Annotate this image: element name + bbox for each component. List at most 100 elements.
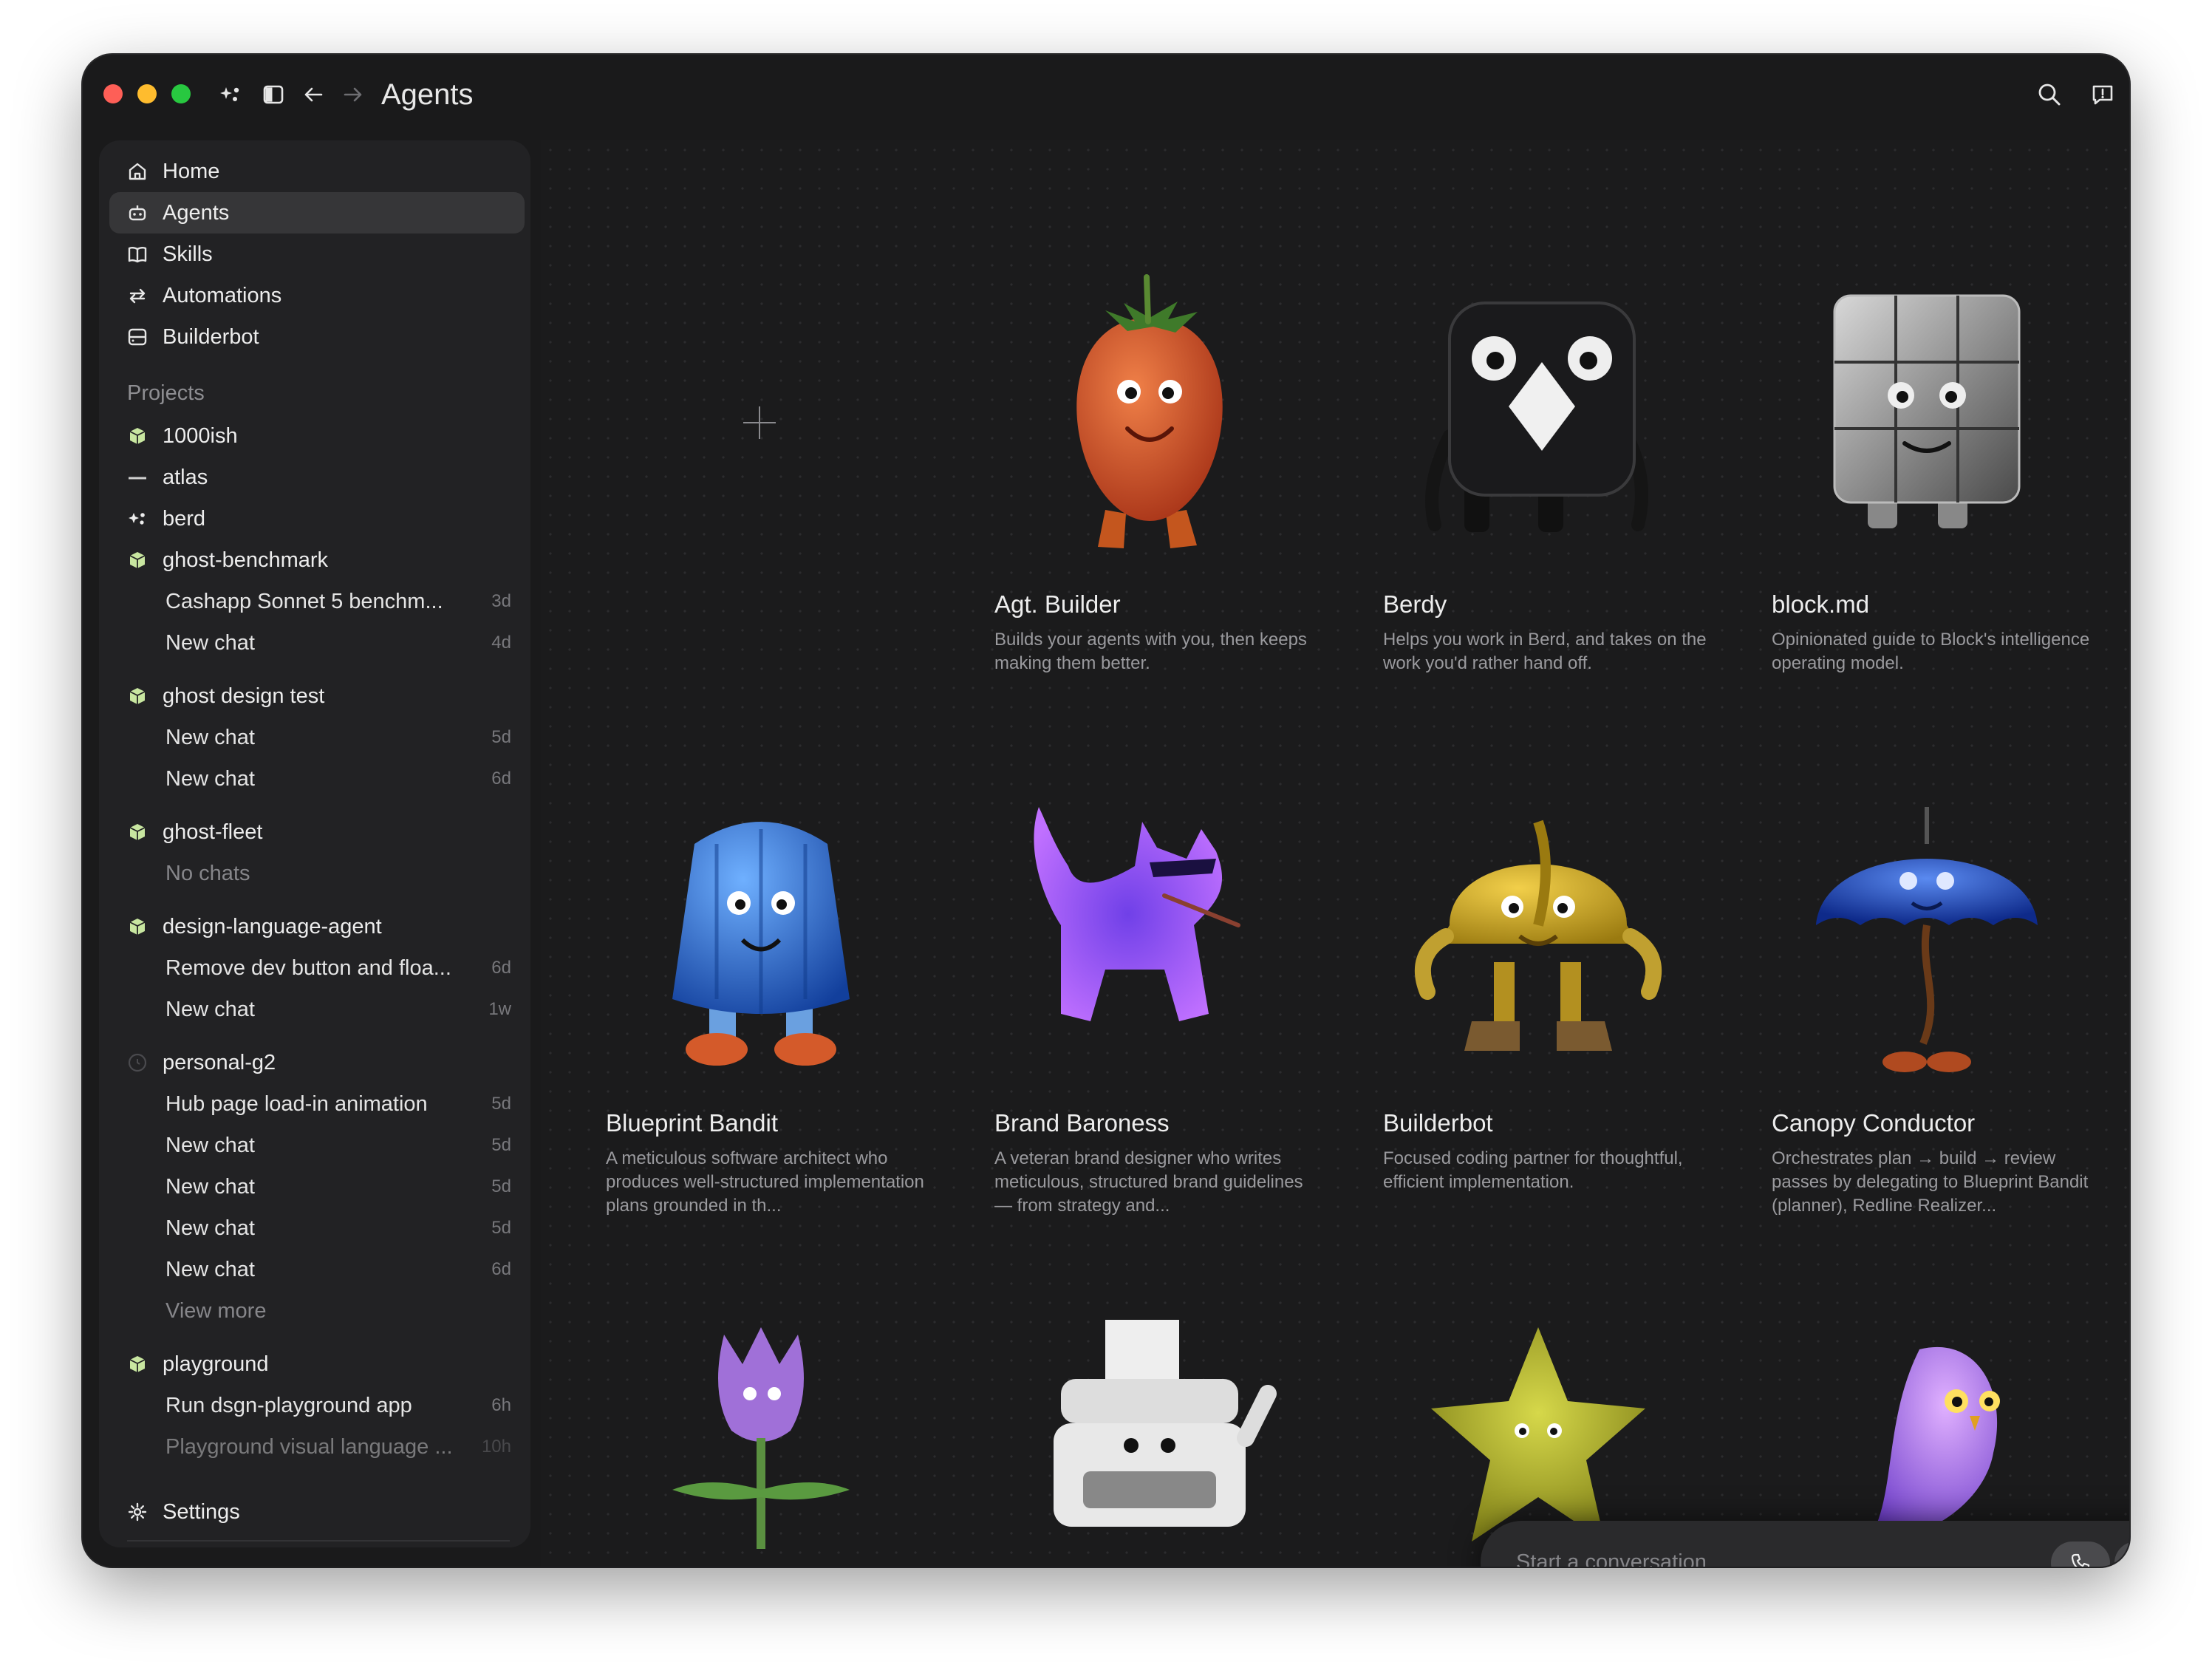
agent-description: Opinionated guide to Block's intelligenc… <box>1772 630 2090 673</box>
sidebar-item-label: Automations <box>163 284 282 307</box>
chat-time: 6d <box>491 1259 511 1279</box>
chat-title: New chat <box>165 1175 255 1199</box>
sidebar-toggle-icon[interactable] <box>259 80 288 109</box>
sidebar-item-automations[interactable]: Automations <box>109 275 525 316</box>
agent-card[interactable] <box>606 1305 953 1567</box>
project-1000ish[interactable]: 1000ish <box>127 418 526 454</box>
project-atlas[interactable]: atlas <box>127 460 526 495</box>
no-chats-label: No chats <box>165 856 520 891</box>
chat-title: New chat <box>165 1134 255 1157</box>
chat-composer[interactable]: Start a conversation <box>1481 1521 2129 1567</box>
agent-card[interactable]: Blueprint Bandit A meticulous software a… <box>606 777 953 1216</box>
agent-card[interactable]: Brand Baroness A veteran brand designer … <box>994 777 1342 1216</box>
chat-title: New chat <box>165 1258 255 1281</box>
new-agent-card[interactable] <box>607 266 918 547</box>
agent-card[interactable]: Canopy Conductor Orchestrates plan → bui… <box>1772 777 2119 1216</box>
chat-item[interactable]: New chat 1w <box>165 992 520 1027</box>
settings-button[interactable]: Settings <box>109 1491 525 1533</box>
cube-icon <box>129 428 146 444</box>
agent-name: Blueprint Bandit <box>606 1109 778 1137</box>
chat-title: Playground visual language ... <box>165 1435 453 1459</box>
composer-input[interactable]: Start a conversation <box>1516 1521 1707 1567</box>
sidebar-item-label: Home <box>163 160 220 183</box>
sidebar-item-builderbot[interactable]: Builderbot <box>109 316 525 358</box>
voice-call-button[interactable] <box>2051 1542 2110 1567</box>
agent-card[interactable]: Builderbot Focused coding partner for th… <box>1383 777 1730 1192</box>
agent-name: Berdy <box>1383 590 1447 618</box>
chat-time: 3d <box>491 591 511 611</box>
project-ghost-benchmark[interactable]: ghost-benchmark <box>127 542 526 578</box>
home-icon <box>129 163 146 180</box>
projects-heading: Projects <box>127 381 205 405</box>
agent-description: Orchestrates plan → build → review passe… <box>1772 1148 2089 1216</box>
chat-title: Remove dev button and floa... <box>165 956 451 980</box>
chat-item[interactable]: New chat 5d <box>165 1128 520 1163</box>
chat-item[interactable]: New chat 6d <box>165 1252 520 1287</box>
project-berd[interactable]: berd <box>127 501 526 536</box>
agent-description: Focused coding partner for thoughtful, e… <box>1383 1148 1683 1192</box>
sparkle-logo-icon[interactable] <box>216 80 245 109</box>
settings-label: Settings <box>163 1500 240 1524</box>
sidebar-item-agents[interactable]: Agents <box>109 192 525 234</box>
umbrella-character-image <box>1816 807 2038 1072</box>
chat-item[interactable]: Hub page load-in animation 5d <box>165 1086 520 1122</box>
agent-name: Brand Baroness <box>994 1109 1170 1137</box>
project-label: ghost-fleet <box>163 820 263 844</box>
project-label: 1000ish <box>163 424 238 448</box>
chat-time: 6d <box>491 769 511 788</box>
view-more-label: View more <box>165 1299 267 1323</box>
chat-item[interactable]: New chat 4d <box>165 625 520 661</box>
agent-name: Canopy Conductor <box>1772 1109 1976 1137</box>
agent-card[interactable] <box>994 1305 1342 1567</box>
agent-card[interactable]: Berdy Helps you work in Berd, and takes … <box>1383 259 1730 673</box>
project-label: personal-g2 <box>163 1051 276 1074</box>
project-design-language-agent[interactable]: design-language-agent <box>127 909 526 944</box>
view-more-link[interactable]: View more <box>165 1293 520 1329</box>
gear-icon <box>128 1502 147 1522</box>
project-personal-g2[interactable]: personal-g2 <box>127 1045 526 1080</box>
agents-gallery: Agt. Builder Builds your agents with you… <box>541 140 2129 1567</box>
search-icon[interactable] <box>2035 80 2064 109</box>
agents-icon <box>129 205 146 221</box>
chat-time: 6h <box>491 1395 511 1415</box>
chat-item[interactable]: Playground visual language ... 10h <box>165 1429 520 1465</box>
zoom-window-button[interactable] <box>171 84 191 103</box>
agent-description: Helps you work in Berd, and takes on the… <box>1383 630 1707 673</box>
project-ghost-design-test[interactable]: ghost design test <box>127 678 526 714</box>
project-label: atlas <box>163 466 208 489</box>
agent-card[interactable]: Agt. Builder Builds your agents with you… <box>994 259 1342 673</box>
cube-icon <box>129 919 146 935</box>
back-arrow-icon[interactable] <box>298 80 328 109</box>
chat-title: New chat <box>165 767 255 791</box>
chat-item[interactable]: New chat 5d <box>165 1210 520 1246</box>
purple-cat-character-image <box>1034 807 1240 1021</box>
chat-item[interactable]: New chat 5d <box>165 720 520 755</box>
chat-title: New chat <box>165 631 255 655</box>
chat-title: New chat <box>165 1216 255 1240</box>
chat-item[interactable]: Cashapp Sonnet 5 benchm... 3d <box>165 584 520 619</box>
project-label: ghost design test <box>163 684 325 708</box>
chat-item[interactable]: New chat 6d <box>165 761 520 797</box>
chat-title: Hub page load-in animation <box>165 1092 428 1116</box>
sidebar-item-home[interactable]: Home <box>109 151 525 192</box>
chat-item[interactable]: Run dsgn-playground app 6h <box>165 1388 520 1423</box>
agent-description: A meticulous software architect who prod… <box>606 1148 924 1216</box>
close-window-button[interactable] <box>103 84 123 103</box>
agent-card[interactable]: block.md Opinionated guide to Block's in… <box>1772 259 2119 673</box>
cube-icon <box>129 824 146 840</box>
minimize-window-button[interactable] <box>137 84 157 103</box>
project-label: design-language-agent <box>163 915 382 939</box>
chat-item[interactable]: Remove dev button and floa... 6d <box>165 950 520 986</box>
project-playground[interactable]: playground <box>127 1346 526 1382</box>
project-ghost-fleet[interactable]: ghost-fleet <box>127 814 526 850</box>
forward-arrow-icon[interactable] <box>338 80 368 109</box>
blue-jelly-character-image <box>672 822 850 1066</box>
chat-item[interactable]: New chat 5d <box>165 1169 520 1205</box>
strawberry-character-image <box>1076 274 1223 548</box>
send-button[interactable] <box>2114 1542 2129 1567</box>
phone-icon <box>2071 1553 2090 1567</box>
project-label: ghost-benchmark <box>163 548 329 572</box>
sidebar-item-skills[interactable]: Skills <box>109 234 525 275</box>
sidebar-item-label: Agents <box>163 201 230 225</box>
feedback-icon[interactable] <box>2088 80 2117 109</box>
